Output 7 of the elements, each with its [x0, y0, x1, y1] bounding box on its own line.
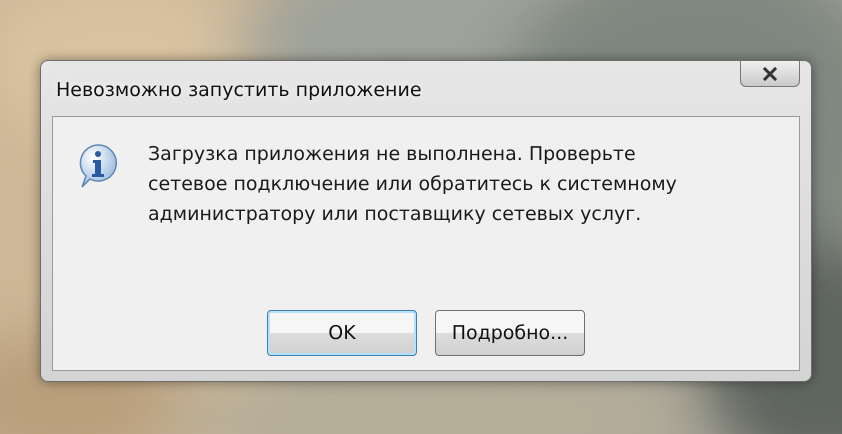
- message-text: Загрузка приложения не выполнена. Проверьте сетевое подключение или обратитесь к системному администратору или поставщику сетевых услуг.: [148, 142, 678, 227]
- close-icon: [762, 66, 778, 80]
- close-button[interactable]: [740, 61, 800, 87]
- info-icon: [78, 143, 118, 189]
- details-button[interactable]: Подробно...: [435, 310, 585, 356]
- window-title: Невозможно запустить приложение: [56, 79, 422, 101]
- ok-button[interactable]: OK: [267, 310, 417, 356]
